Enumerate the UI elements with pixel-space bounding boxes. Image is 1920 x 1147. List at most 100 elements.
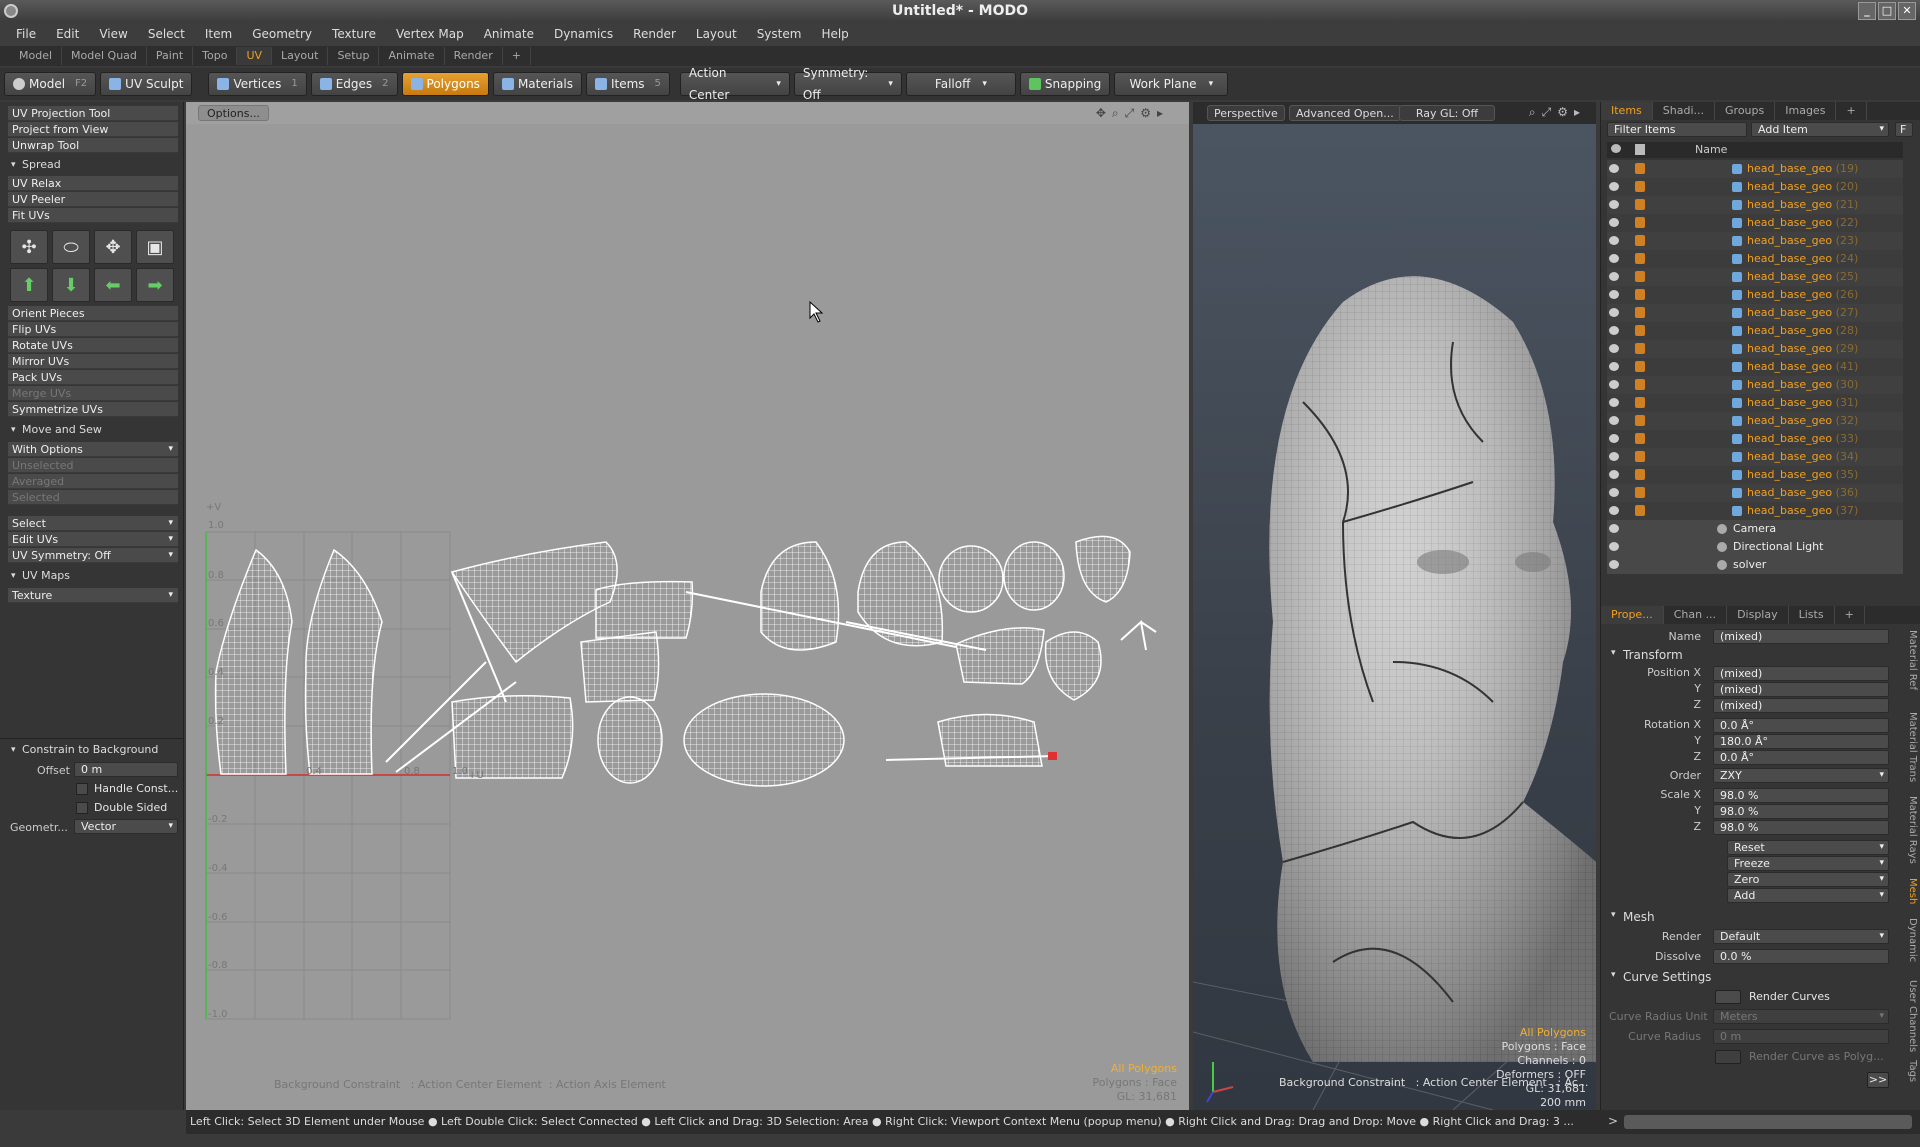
item-row-head-base-geo[interactable]: head_base_geo (37) <box>1607 502 1903 520</box>
mesh-lock-icon[interactable] <box>1635 469 1645 480</box>
position-y-field[interactable]: (mixed) <box>1713 682 1889 697</box>
eye-icon[interactable] <box>1609 218 1619 227</box>
scale-z-field[interactable]: 98.0 % <box>1713 820 1889 835</box>
close-button[interactable]: ✕ <box>1898 2 1916 20</box>
side-tab-user-channels[interactable]: User Channels <box>1904 980 1918 1052</box>
uv-sculpt-button[interactable]: UV Sculpt <box>100 72 193 96</box>
offset-field[interactable]: 0 m <box>74 762 178 777</box>
menu-help[interactable]: Help <box>811 27 858 41</box>
uv-symmetry-dropdown[interactable]: UV Symmetry: Off <box>8 548 178 563</box>
side-tab-tags[interactable]: Tags <box>1904 1060 1918 1082</box>
sew-unselected-button[interactable]: Unselected <box>8 458 178 473</box>
orient-pieces-button[interactable]: Orient Pieces <box>8 306 178 321</box>
add-dropdown[interactable]: Add <box>1727 888 1889 903</box>
flip-uvs-button[interactable]: Flip UVs <box>8 322 178 337</box>
mirror-uvs-button[interactable]: Mirror UVs <box>8 354 178 369</box>
tab-paint[interactable]: Paint <box>147 47 194 65</box>
eye-icon[interactable] <box>1609 344 1619 353</box>
menu-edit[interactable]: Edit <box>46 27 89 41</box>
mesh-lock-icon[interactable] <box>1635 433 1645 444</box>
scale-y-field[interactable]: 98.0 % <box>1713 804 1889 819</box>
position-z-field[interactable]: (mixed) <box>1713 698 1889 713</box>
tab-model-quad[interactable]: Model Quad <box>62 47 147 65</box>
eye-icon[interactable] <box>1609 416 1619 425</box>
snapping-button[interactable]: Snapping <box>1019 72 1111 96</box>
item-row-head-base-geo[interactable]: head_base_geo (25) <box>1607 268 1903 286</box>
filter-options-button[interactable]: F <box>1895 122 1913 137</box>
tab-animate[interactable]: Animate <box>379 47 445 65</box>
tab-topo[interactable]: Topo <box>193 47 238 65</box>
eye-icon[interactable] <box>1609 164 1619 173</box>
item-row-head-base-geo[interactable]: head_base_geo (21) <box>1607 196 1903 214</box>
render-curve-poly-checkbox[interactable] <box>1715 1050 1741 1064</box>
eye-icon[interactable] <box>1609 560 1619 569</box>
eye-icon[interactable] <box>1609 290 1619 299</box>
transform-section[interactable]: Transform <box>1609 648 1683 662</box>
menu-render[interactable]: Render <box>623 27 686 41</box>
name-column-header[interactable]: Name <box>1695 143 1727 156</box>
more-button[interactable]: >> <box>1867 1072 1889 1088</box>
tab-uv[interactable]: UV <box>237 47 273 65</box>
mesh-lock-icon[interactable] <box>1635 397 1645 408</box>
eye-icon[interactable] <box>1609 542 1619 551</box>
item-row-head-base-geo[interactable]: head_base_geo (29) <box>1607 340 1903 358</box>
eye-icon[interactable] <box>1609 380 1619 389</box>
sew-selected-button[interactable]: Selected <box>8 490 178 505</box>
menu-system[interactable]: System <box>747 27 812 41</box>
eye-icon[interactable] <box>1609 362 1619 371</box>
eye-icon[interactable] <box>1609 200 1619 209</box>
eye-icon[interactable] <box>1609 488 1619 497</box>
spread-section[interactable]: Spread <box>8 157 178 173</box>
uv-islands[interactable] <box>214 535 1131 787</box>
mesh-lock-icon[interactable] <box>1635 307 1645 318</box>
eye-icon[interactable] <box>1609 254 1619 263</box>
item-row-head-base-geo[interactable]: head_base_geo (19) <box>1607 160 1903 178</box>
item-row-head-base-geo[interactable]: head_base_geo (23) <box>1607 232 1903 250</box>
rotation-x-field[interactable]: 0.0 Å° <box>1713 718 1889 733</box>
edit-uvs-dropdown[interactable]: Edit UVs <box>8 532 178 547</box>
symmetry-dropdown[interactable]: Symmetry: Off <box>793 66 902 102</box>
rotation-z-field[interactable]: 0.0 Å° <box>1713 750 1889 765</box>
mesh-lock-icon[interactable] <box>1635 325 1645 336</box>
falloff-dropdown[interactable]: Falloff <box>905 72 1016 96</box>
tab-properties[interactable]: Prope... <box>1601 606 1664 624</box>
align-down-icon[interactable]: ⬇ <box>52 268 90 302</box>
tab-groups[interactable]: Groups <box>1715 102 1776 120</box>
eye-icon[interactable] <box>1609 308 1619 317</box>
work-plane-dropdown[interactable]: Work Plane <box>1114 72 1229 96</box>
scale-x-field[interactable]: 98.0 % <box>1713 788 1889 803</box>
scene-item-directional-light[interactable]: Directional Light <box>1607 538 1903 556</box>
add-panel-tab-button[interactable]: + <box>1836 102 1867 120</box>
mesh-lock-icon[interactable] <box>1635 163 1645 174</box>
menu-texture[interactable]: Texture <box>322 27 386 41</box>
model-mode-button[interactable]: Model F2 <box>4 72 97 96</box>
align-right-icon[interactable]: ➡ <box>136 268 174 302</box>
item-row-head-base-geo[interactable]: head_base_geo (36) <box>1607 484 1903 502</box>
tab-model[interactable]: Model <box>10 47 63 65</box>
mesh-lock-icon[interactable] <box>1635 487 1645 498</box>
tab-images[interactable]: Images <box>1775 102 1837 120</box>
mesh-lock-icon[interactable] <box>1635 361 1645 372</box>
geometry-dropdown[interactable]: Vector <box>74 819 178 834</box>
uv-map-canvas[interactable]: +V 1.0 0.8 0.6 0.4 0.2 -0.2 -0.4 -0.6 -0… <box>186 102 1189 1110</box>
side-tab-material-trans[interactable]: Material Trans <box>1904 712 1918 782</box>
uv-viewport[interactable]: Options... ✥⌕⤢⚙▸ +V 1.0 0.8 0.6 0.4 0.2 … <box>186 102 1189 1110</box>
menu-animate[interactable]: Animate <box>474 27 544 41</box>
uv-peeler-button[interactable]: UV Peeler <box>8 192 178 207</box>
merge-uvs-button[interactable]: Merge UVs <box>8 386 178 401</box>
uv-maps-section[interactable]: UV Maps <box>8 568 178 584</box>
dissolve-field[interactable]: 0.0 % <box>1713 949 1889 964</box>
menu-layout[interactable]: Layout <box>686 27 747 41</box>
sew-averaged-button[interactable]: Averaged <box>8 474 178 489</box>
tab-layout[interactable]: Layout <box>272 47 329 65</box>
move-and-sew-section[interactable]: Move and Sew <box>8 422 178 438</box>
side-tab-dynamic[interactable]: Dynamic <box>1904 918 1918 962</box>
side-tab-material-ref[interactable]: Material Ref <box>1904 630 1918 690</box>
fit-uvs-button[interactable]: Fit UVs <box>8 208 178 223</box>
render-dropdown[interactable]: Default <box>1713 929 1889 944</box>
action-center-dropdown[interactable]: Action Center <box>679 66 790 102</box>
item-row-head-base-geo[interactable]: head_base_geo (27) <box>1607 304 1903 322</box>
vertices-button[interactable]: Vertices 1 <box>208 72 307 96</box>
item-row-head-base-geo[interactable]: head_base_geo (20) <box>1607 178 1903 196</box>
double-sided-checkbox[interactable] <box>76 802 88 814</box>
